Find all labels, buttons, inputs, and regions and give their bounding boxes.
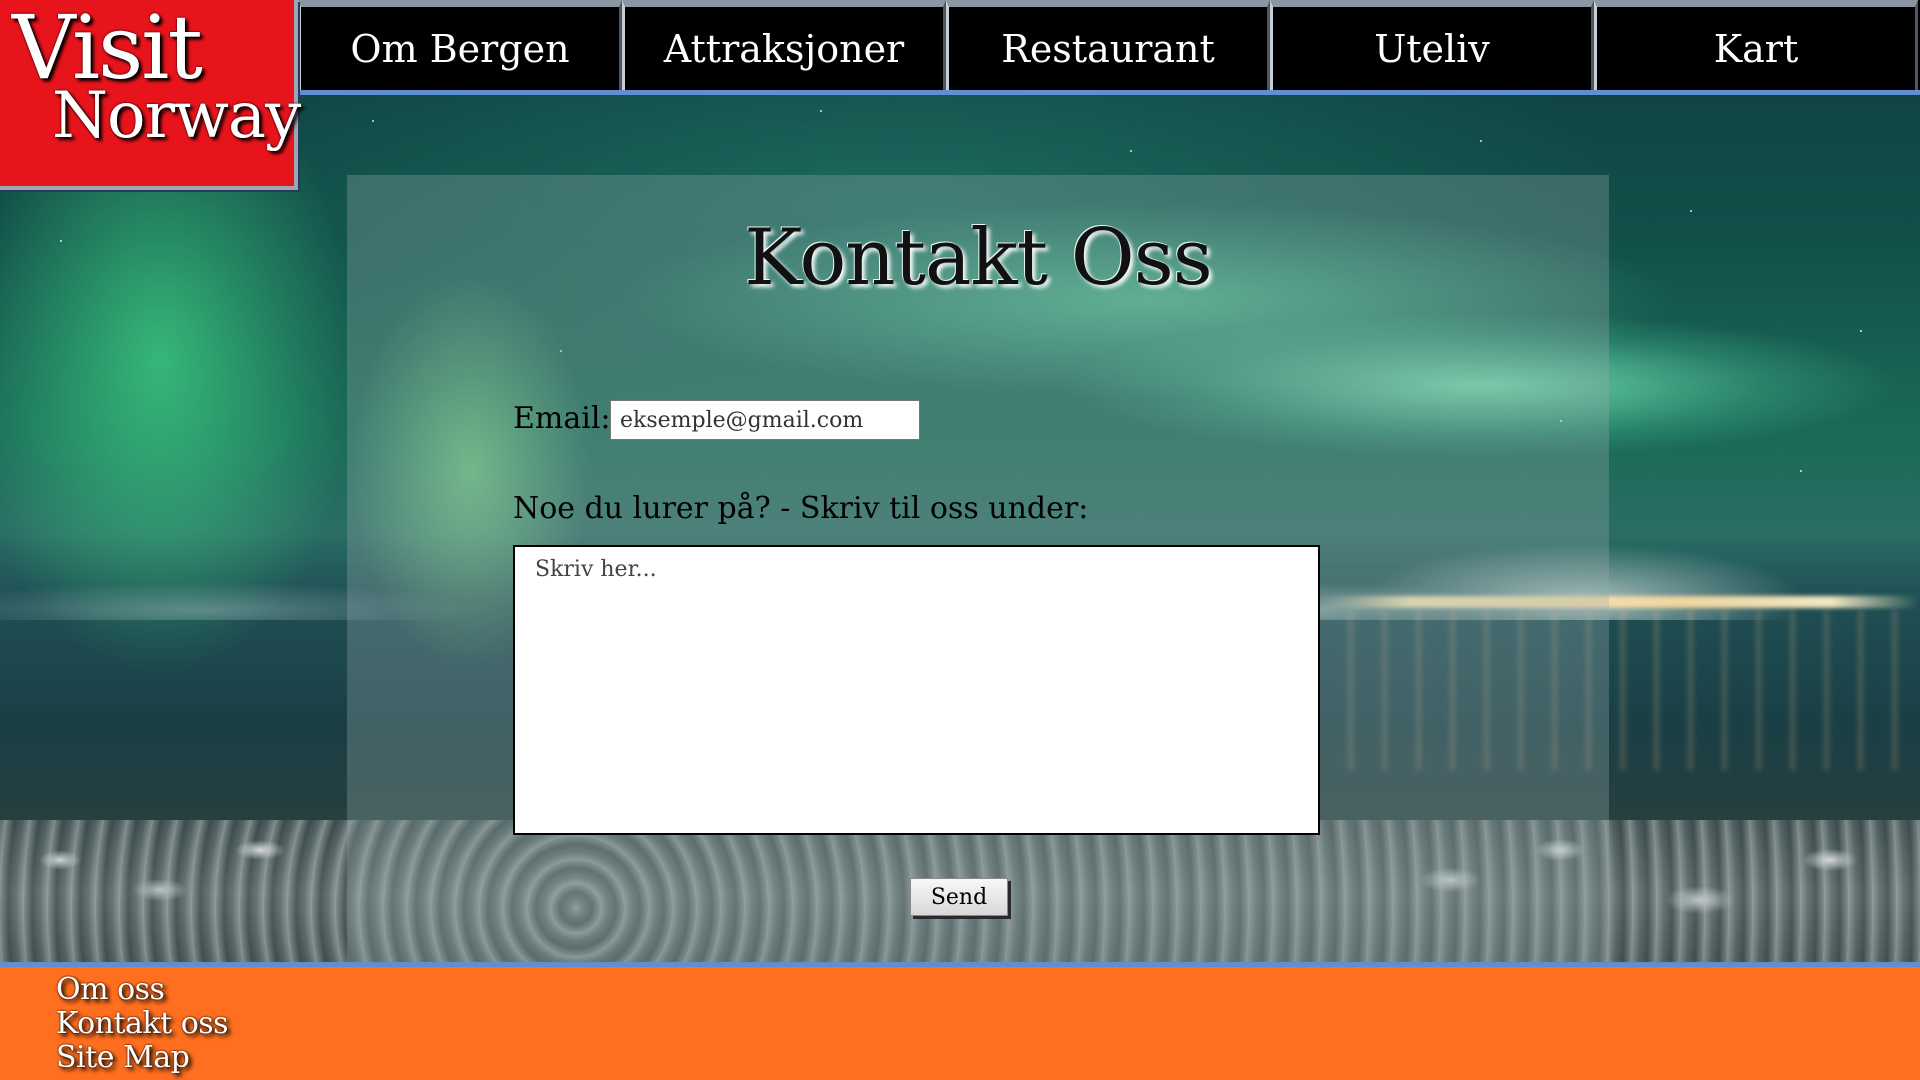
star <box>1130 150 1132 152</box>
page-title: Kontakt Oss <box>744 213 1213 303</box>
email-field[interactable] <box>610 400 920 440</box>
footer: Om oss Kontakt oss Site Map <box>0 962 1920 1080</box>
footer-links: Om oss Kontakt oss Site Map <box>56 973 229 1075</box>
star <box>1690 210 1692 212</box>
send-button[interactable]: Send <box>910 878 1008 916</box>
footer-link-kontakt-oss[interactable]: Kontakt oss <box>56 1007 229 1041</box>
main-navigation: Om Bergen Attraksjoner Restaurant Uteliv… <box>298 0 1920 95</box>
star <box>1860 330 1862 332</box>
footer-link-om-oss[interactable]: Om oss <box>56 973 228 1007</box>
star <box>1800 470 1802 472</box>
visit-norway-logo[interactable]: Visit Norway <box>0 0 301 190</box>
star <box>820 110 822 112</box>
nav-item-om-bergen[interactable]: Om Bergen <box>298 0 622 90</box>
star <box>60 240 62 242</box>
email-label: Email: <box>513 401 611 436</box>
nav-item-restaurant[interactable]: Restaurant <box>946 0 1270 90</box>
nav-item-kart[interactable]: Kart <box>1594 0 1918 90</box>
message-prompt-label: Noe du lurer på? - Skriv til oss under: <box>513 491 1089 526</box>
message-textarea[interactable] <box>513 545 1320 835</box>
footer-link-site-map[interactable]: Site Map <box>56 1041 228 1075</box>
logo-norway-text: Norway <box>52 79 301 153</box>
star <box>372 120 374 122</box>
contact-panel: Kontakt Oss Email: Noe du lurer på? - Sk… <box>347 175 1609 967</box>
nav-item-uteliv[interactable]: Uteliv <box>1270 0 1594 90</box>
star <box>1480 140 1482 142</box>
nav-item-attraksjoner[interactable]: Attraksjoner <box>622 0 946 90</box>
